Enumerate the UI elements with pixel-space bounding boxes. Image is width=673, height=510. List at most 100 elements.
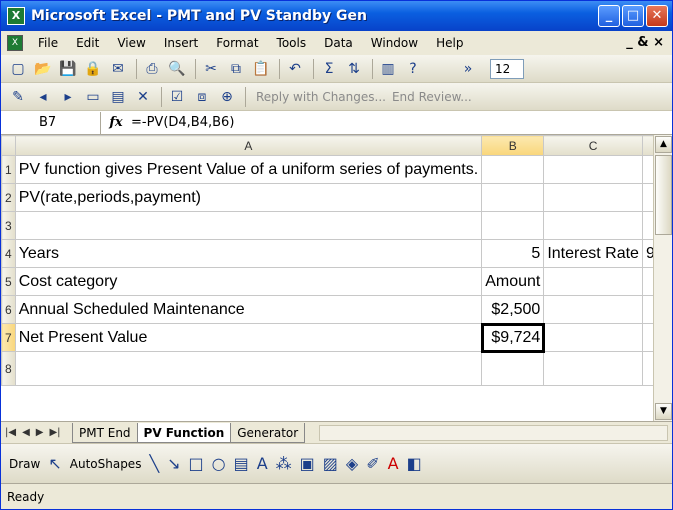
tab-pv-function[interactable]: PV Function — [136, 422, 232, 443]
cell-d4[interactable]: 9% — [641, 239, 653, 268]
previous-sheet-icon[interactable]: ◀ — [22, 427, 30, 438]
cell-b1[interactable] — [481, 155, 545, 184]
title-bar[interactable]: X Microsoft Excel - PMT and PV Standby G… — [1, 1, 672, 31]
menu-window[interactable]: Window — [362, 36, 427, 50]
next-sheet-icon[interactable]: ▶ — [36, 427, 44, 438]
tab-pmt-end[interactable]: PMT End — [72, 422, 138, 443]
workbook-icon[interactable]: X — [7, 35, 23, 51]
arrow-icon[interactable]: ↘ — [167, 454, 180, 473]
paste-icon[interactable]: 📋 — [250, 58, 272, 80]
insert-function-icon[interactable]: fx — [101, 115, 131, 130]
autosum-icon[interactable]: Σ — [318, 58, 340, 80]
cell-b2[interactable] — [481, 183, 545, 212]
menu-file[interactable]: File — [29, 36, 67, 50]
row-header[interactable]: 4 — [1, 239, 16, 268]
autoshapes-menu-button[interactable]: AutoShapes — [70, 457, 142, 471]
select-objects-icon[interactable]: ↖ — [48, 454, 61, 473]
cell-c6[interactable] — [543, 295, 643, 324]
cell-a1[interactable]: PV function gives Present Value of a uni… — [14, 155, 483, 184]
scroll-down-icon[interactable]: ▼ — [655, 403, 672, 420]
name-box[interactable]: B7 — [1, 111, 101, 134]
end-review-button[interactable]: End Review... — [392, 90, 472, 104]
next-comment-icon[interactable]: ▸ — [57, 86, 79, 108]
document-window-controls[interactable]: _ & × — [626, 35, 664, 50]
cell-c7[interactable] — [543, 323, 643, 352]
toolbar-options-icon[interactable]: » — [457, 58, 479, 80]
cell-a8[interactable] — [14, 351, 483, 386]
vertical-scrollbar[interactable]: ▲ ▼ — [653, 135, 672, 421]
picture-icon[interactable]: ▨ — [323, 454, 338, 473]
cell-c1[interactable] — [543, 155, 643, 184]
shared-workbook-icon[interactable]: ⧈ — [191, 86, 213, 108]
menu-tools[interactable]: Tools — [268, 36, 316, 50]
first-sheet-icon[interactable]: |◀ — [5, 427, 16, 438]
track-changes-icon[interactable]: ☑ — [166, 86, 188, 108]
menu-data[interactable]: Data — [315, 36, 362, 50]
cell-c5[interactable] — [543, 267, 643, 296]
delete-comment-icon[interactable]: ✕ — [132, 86, 154, 108]
open-icon[interactable]: 📂 — [32, 58, 54, 80]
save-icon[interactable]: 💾 — [57, 58, 79, 80]
menu-format[interactable]: Format — [207, 36, 267, 50]
row-header[interactable]: 8 — [1, 351, 16, 386]
clip-art-icon[interactable]: ▣ — [300, 454, 315, 473]
cell-d6[interactable] — [641, 295, 653, 324]
select-all-corner[interactable] — [1, 135, 16, 156]
print-icon[interactable]: ⎙ — [141, 58, 163, 80]
row-header[interactable]: 1 — [1, 155, 16, 184]
fill-color-icon[interactable]: ◈ — [346, 454, 358, 473]
cell-d2[interactable] — [641, 183, 653, 212]
help-icon[interactable]: ? — [402, 58, 424, 80]
cell-c8[interactable] — [543, 351, 643, 386]
cell-a3[interactable] — [14, 211, 483, 240]
cell-a6[interactable]: Annual Scheduled Maintenance — [14, 295, 483, 324]
worksheet-grid[interactable]: A B C D 1 PV function gives Present Valu… — [1, 135, 653, 421]
menu-help[interactable]: Help — [427, 36, 472, 50]
row-header[interactable]: 2 — [1, 183, 16, 212]
cut-icon[interactable]: ✂ — [200, 58, 222, 80]
column-header-b[interactable]: B — [481, 135, 545, 156]
line-color-icon[interactable]: ✐ — [366, 454, 379, 473]
line-icon[interactable]: ╲ — [149, 454, 159, 473]
cell-a4[interactable]: Years — [14, 239, 483, 268]
print-preview-icon[interactable]: 🔍 — [166, 58, 188, 80]
cell-b4[interactable]: 5 — [481, 239, 545, 268]
review-icon[interactable]: ✎ — [7, 86, 29, 108]
cell-a2[interactable]: PV(rate,periods,payment) — [14, 183, 483, 212]
reply-with-changes-button[interactable]: Reply with Changes... — [256, 90, 386, 104]
copy-icon[interactable]: ⧉ — [225, 58, 247, 80]
cell-c4[interactable]: Interest Rate — [543, 239, 643, 268]
sort-ascending-icon[interactable]: ⇅ — [343, 58, 365, 80]
row-header[interactable]: 3 — [1, 211, 16, 240]
scroll-thumb[interactable] — [655, 155, 672, 235]
3d-style-icon[interactable]: ◧ — [407, 454, 422, 473]
draw-menu-button[interactable]: Draw — [9, 457, 40, 471]
cell-c2[interactable] — [543, 183, 643, 212]
minimize-icon[interactable]: _ — [598, 5, 620, 27]
cell-b7-active[interactable]: $9,724 — [480, 322, 545, 353]
previous-comment-icon[interactable]: ◂ — [32, 86, 54, 108]
cell-b8[interactable] — [481, 351, 545, 386]
menu-view[interactable]: View — [108, 36, 154, 50]
font-size-box[interactable]: 12 — [490, 58, 524, 79]
permission-icon[interactable]: 🔒 — [82, 58, 104, 80]
cell-d8[interactable] — [641, 351, 653, 386]
column-header-d[interactable]: D — [641, 135, 653, 156]
row-header[interactable]: 5 — [1, 267, 16, 296]
maximize-icon[interactable]: □ — [622, 5, 644, 27]
row-header[interactable]: 6 — [1, 295, 16, 324]
wordart-icon[interactable]: A — [257, 454, 268, 473]
diagram-icon[interactable]: ⁂ — [276, 454, 292, 473]
oval-icon[interactable]: ○ — [212, 454, 226, 473]
cell-b6[interactable]: $2,500 — [481, 295, 545, 324]
cell-d5[interactable] — [641, 267, 653, 296]
text-box-icon[interactable]: ▤ — [234, 454, 249, 473]
show-all-comments-icon[interactable]: ▤ — [107, 86, 129, 108]
column-header-a[interactable]: A — [14, 135, 483, 156]
chart-wizard-icon[interactable]: ▥ — [377, 58, 399, 80]
web-icon[interactable]: ⊕ — [216, 86, 238, 108]
excel-app-icon[interactable]: X — [7, 7, 25, 25]
scroll-up-icon[interactable]: ▲ — [655, 136, 672, 153]
new-icon[interactable]: ▢ — [7, 58, 29, 80]
cell-d7[interactable] — [641, 323, 653, 352]
